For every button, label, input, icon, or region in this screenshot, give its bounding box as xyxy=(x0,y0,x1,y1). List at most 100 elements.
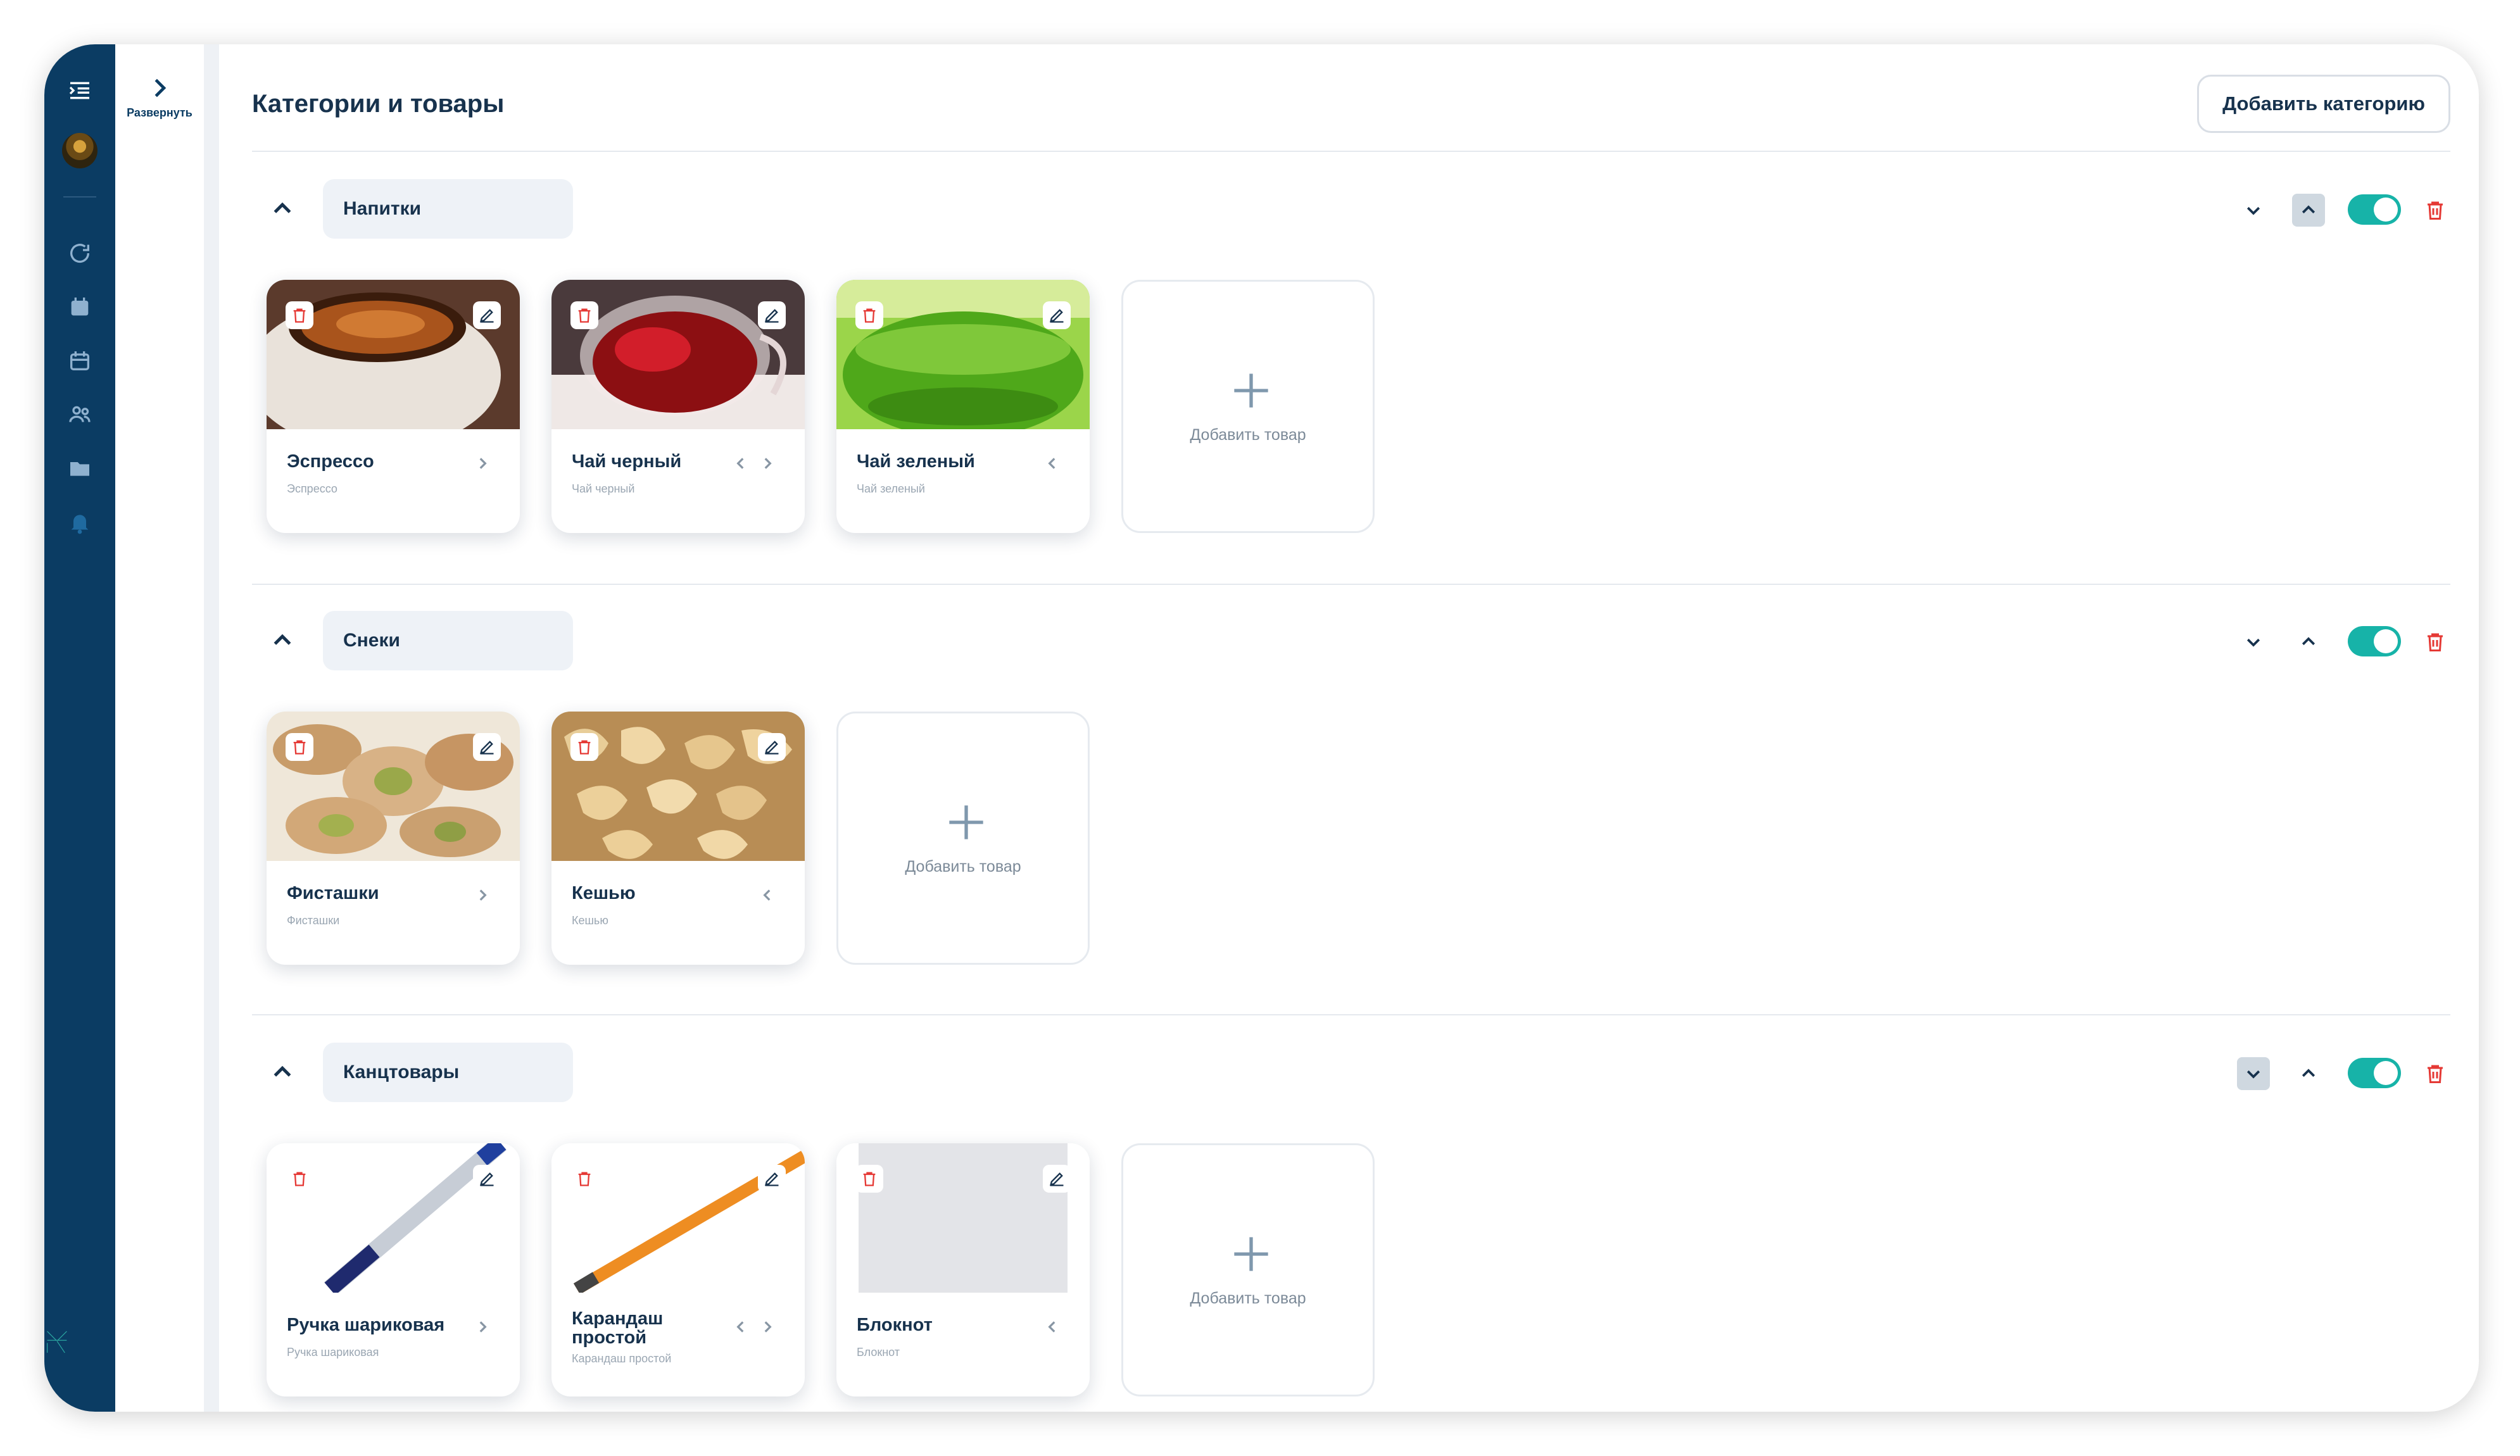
brand-logo-icon xyxy=(44,1329,115,1412)
category-header: Снеки xyxy=(252,609,2450,672)
delete-category-icon[interactable] xyxy=(2424,198,2447,223)
product-title: Карандаш простой xyxy=(572,1309,664,1348)
add-category-button[interactable]: Добавить категорию xyxy=(2197,75,2450,133)
product-title: Фисташки xyxy=(287,883,379,903)
trash-icon xyxy=(293,1172,306,1186)
move-down-button[interactable] xyxy=(2237,1057,2270,1090)
menu-toggle-icon[interactable] xyxy=(64,75,96,106)
edit-product-button[interactable] xyxy=(473,1165,501,1193)
add-product-label: Добавить товар xyxy=(905,858,1021,875)
calendar-filled-icon[interactable] xyxy=(64,291,96,323)
move-left-icon[interactable] xyxy=(1044,1319,1061,1335)
calendar-icon[interactable] xyxy=(64,345,96,377)
chevron-up-icon xyxy=(2302,637,2315,646)
delete-product-button[interactable] xyxy=(286,1165,313,1193)
move-left-icon[interactable] xyxy=(1044,455,1061,472)
toggle-knob xyxy=(2374,1061,2398,1085)
add-product-label: Добавить товар xyxy=(1190,1290,1306,1307)
expand-label[interactable]: Развернуть xyxy=(115,106,204,120)
product-title: Блокнот xyxy=(857,1315,933,1335)
category-visibility-toggle[interactable] xyxy=(2348,1058,2401,1088)
category-name[interactable]: Канцтовары xyxy=(323,1043,573,1102)
add-product-button[interactable]: Добавить товар xyxy=(836,712,1090,965)
pencil-icon xyxy=(480,1172,494,1186)
category-header: Напитки xyxy=(252,177,2450,241)
edit-product-button[interactable] xyxy=(758,733,786,761)
product-card[interactable]: Чай зеленый Чай зеленый xyxy=(836,280,1090,533)
edit-product-button[interactable] xyxy=(1043,1165,1071,1193)
delete-product-button[interactable] xyxy=(855,301,883,329)
header-divider xyxy=(252,151,2450,152)
product-title: Эспрессо xyxy=(287,451,374,472)
user-avatar[interactable] xyxy=(62,133,98,168)
product-card[interactable]: Кешью Кешью xyxy=(551,712,805,965)
toggle-knob xyxy=(2374,629,2398,653)
move-down-button[interactable] xyxy=(2237,625,2270,658)
delete-category-icon[interactable] xyxy=(2424,629,2447,655)
move-right-icon[interactable] xyxy=(474,455,491,472)
product-card[interactable]: Чай черный Чай черный xyxy=(551,280,805,533)
chevron-down-icon xyxy=(2246,1070,2260,1079)
category-name[interactable]: Напитки xyxy=(323,179,573,239)
move-right-icon[interactable] xyxy=(474,887,491,903)
delete-category-icon[interactable] xyxy=(2424,1061,2447,1086)
users-icon[interactable] xyxy=(64,399,96,430)
edit-product-button[interactable] xyxy=(758,301,786,329)
collapse-category-icon[interactable] xyxy=(270,1060,295,1085)
expand-panel[interactable]: Развернуть xyxy=(115,44,219,1412)
move-up-button[interactable] xyxy=(2292,1057,2325,1090)
add-product-label: Добавить товар xyxy=(1190,426,1306,444)
move-right-icon[interactable] xyxy=(759,1319,776,1335)
edit-product-button[interactable] xyxy=(473,301,501,329)
plus-icon xyxy=(949,805,983,839)
move-left-icon[interactable] xyxy=(733,1319,749,1335)
delete-product-button[interactable] xyxy=(570,1165,598,1193)
category-visibility-toggle[interactable] xyxy=(2348,194,2401,225)
move-left-icon[interactable] xyxy=(733,455,749,472)
trash-icon xyxy=(578,308,591,323)
delete-product-button[interactable] xyxy=(570,301,598,329)
product-card[interactable]: Фисташки Фисташки xyxy=(267,712,520,965)
move-down-button[interactable] xyxy=(2237,194,2270,227)
product-card[interactable]: Карандаш простой Карандаш простой xyxy=(551,1143,805,1396)
trash-icon xyxy=(293,740,306,755)
product-card[interactable]: Эспрессо Эспрессо xyxy=(267,280,520,533)
delete-product-button[interactable] xyxy=(855,1165,883,1193)
product-title: Чай черный xyxy=(572,451,682,472)
edit-product-button[interactable] xyxy=(473,733,501,761)
move-right-icon[interactable] xyxy=(474,1319,491,1335)
category-header: Канцтовары xyxy=(252,1041,2450,1104)
trash-icon xyxy=(293,308,306,323)
add-product-button[interactable]: Добавить товар xyxy=(1121,1143,1375,1396)
delete-product-button[interactable] xyxy=(570,733,598,761)
bell-icon[interactable] xyxy=(64,506,96,538)
category-divider xyxy=(252,584,2450,585)
product-card[interactable]: Ручка шариковая Ручка шариковая xyxy=(267,1143,520,1396)
add-product-button[interactable]: Добавить товар xyxy=(1121,280,1375,533)
toggle-knob xyxy=(2374,198,2398,222)
delete-product-button[interactable] xyxy=(286,301,313,329)
pencil-icon xyxy=(765,1172,779,1186)
refresh-icon[interactable] xyxy=(64,237,96,269)
move-up-button[interactable] xyxy=(2292,625,2325,658)
category-visibility-toggle[interactable] xyxy=(2348,626,2401,656)
product-card[interactable]: Блокнот Блокнот xyxy=(836,1143,1090,1396)
folder-icon[interactable] xyxy=(64,453,96,484)
move-right-icon[interactable] xyxy=(759,455,776,472)
product-title: Ручка шариковая xyxy=(287,1315,445,1335)
move-up-button[interactable] xyxy=(2292,194,2325,227)
collapse-category-icon[interactable] xyxy=(270,196,295,222)
move-left-icon[interactable] xyxy=(759,887,776,903)
chevron-down-icon xyxy=(2246,638,2260,647)
chevron-up-icon xyxy=(2302,1069,2315,1077)
category-name[interactable]: Снеки xyxy=(323,611,573,670)
pencil-icon xyxy=(480,741,494,755)
edit-product-button[interactable] xyxy=(1043,301,1071,329)
product-subtitle: Эспрессо xyxy=(287,482,337,495)
edit-product-button[interactable] xyxy=(758,1165,786,1193)
collapse-category-icon[interactable] xyxy=(270,628,295,653)
pencil-icon xyxy=(1050,1172,1064,1186)
delete-product-button[interactable] xyxy=(286,733,313,761)
pencil-icon xyxy=(765,741,779,755)
chevron-right-icon[interactable] xyxy=(147,76,171,100)
